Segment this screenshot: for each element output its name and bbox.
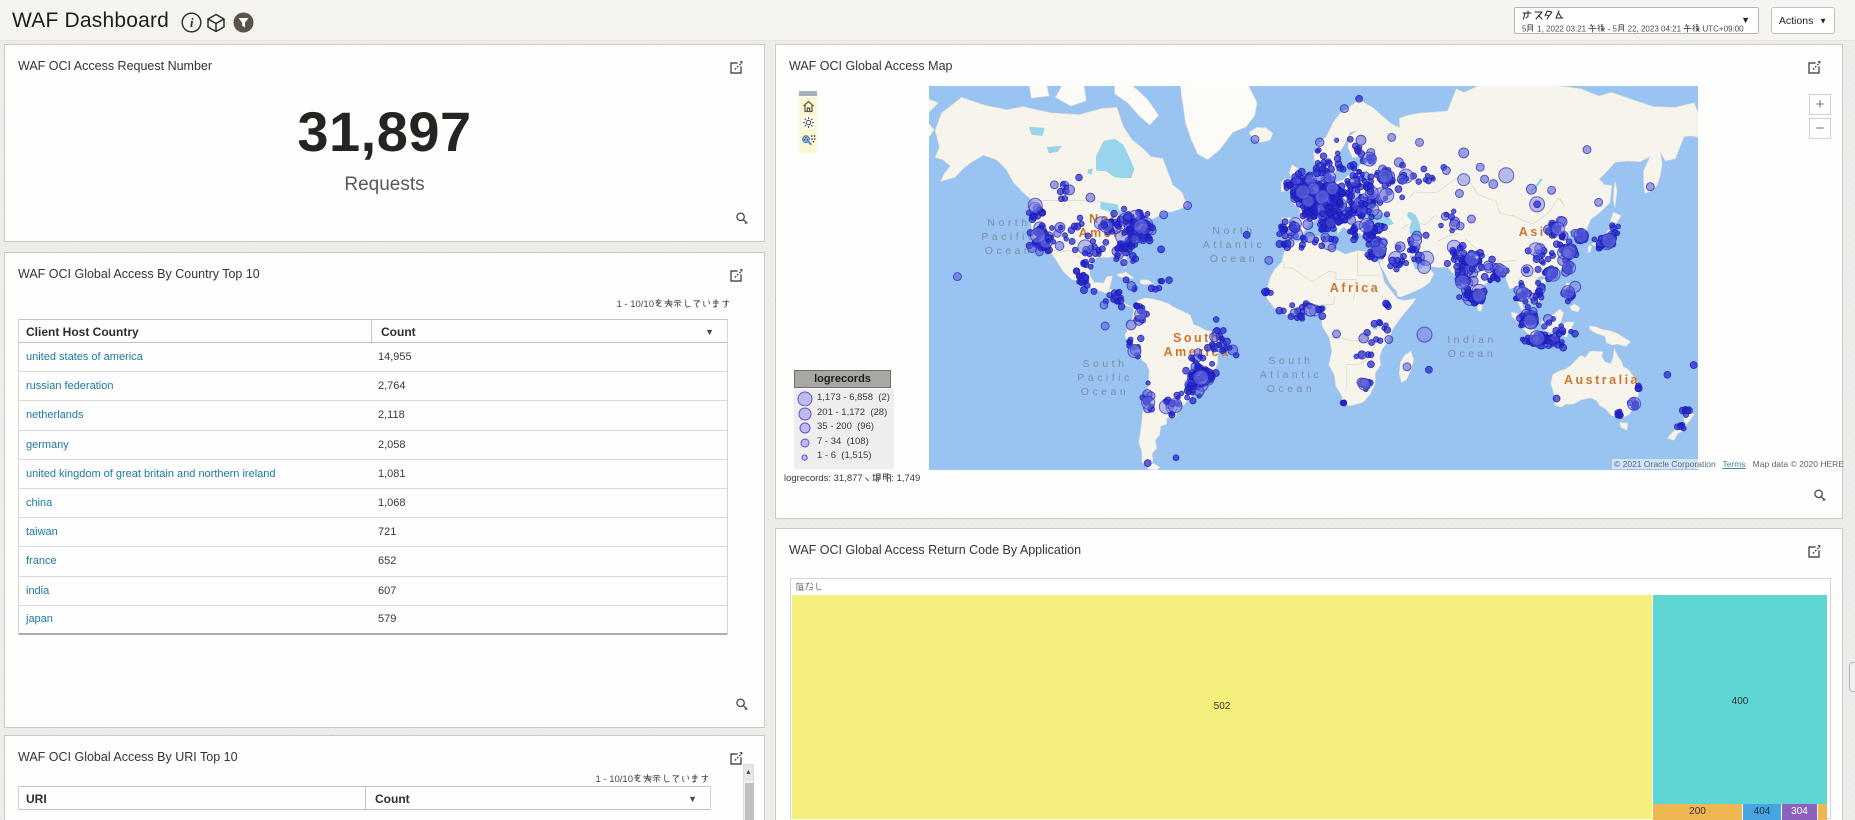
svg-text:Indian: Indian xyxy=(1447,334,1497,346)
svg-text:South: South xyxy=(1083,358,1128,370)
svg-text:Ocean: Ocean xyxy=(1081,386,1129,398)
svg-text:Africa: Africa xyxy=(1330,281,1380,295)
svg-text:Australia: Australia xyxy=(1564,373,1640,387)
svg-text:North: North xyxy=(987,217,1030,229)
svg-text:Ocean: Ocean xyxy=(1448,348,1496,360)
svg-text:Ocean: Ocean xyxy=(1210,253,1258,265)
svg-text:Ocean: Ocean xyxy=(985,245,1033,257)
svg-text:Atlantic: Atlantic xyxy=(1203,239,1265,251)
svg-text:South: South xyxy=(1269,355,1314,367)
svg-text:Pacific: Pacific xyxy=(1077,372,1132,384)
svg-text:Ocean: Ocean xyxy=(1267,383,1315,395)
svg-text:Atlantic: Atlantic xyxy=(1260,369,1322,381)
svg-text:i: i xyxy=(190,16,194,30)
